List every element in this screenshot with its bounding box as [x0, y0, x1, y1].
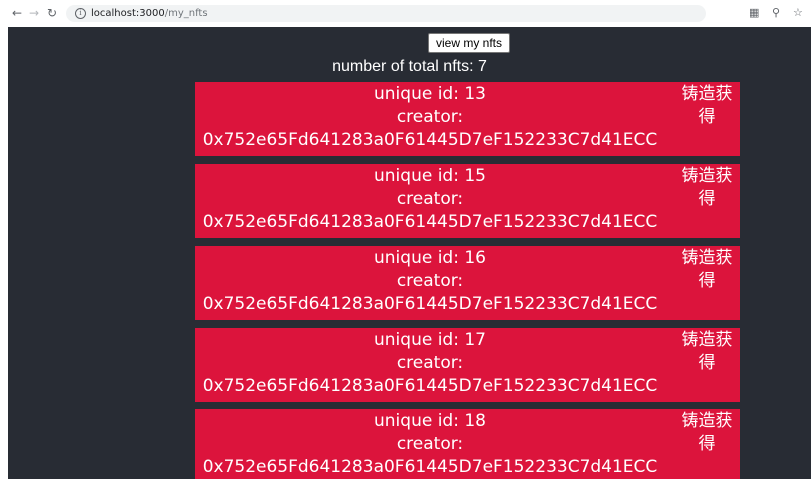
view-my-nfts-button[interactable]: view my nfts	[428, 33, 511, 53]
nft-creator-address: 0x752e65Fd641283a0F61445D7eF152233C7d41E…	[202, 294, 658, 314]
nft-status: 铸造获 得	[679, 410, 735, 456]
bookmark-star-icon[interactable]: ☆	[793, 6, 803, 20]
nft-card: unique id: 17 creator: 0x752e65Fd641283a…	[195, 328, 740, 402]
nft-status-line2: 得	[698, 353, 716, 373]
nft-unique-id: unique id: 17	[374, 330, 486, 350]
nft-card-info: unique id: 15 creator: 0x752e65Fd641283a…	[195, 165, 665, 234]
nft-status-line1: 铸造获	[681, 248, 733, 268]
back-arrow-icon[interactable]: ←	[10, 6, 24, 20]
nft-status: 铸造获 得	[679, 83, 735, 129]
total-nfts-count: number of total nfts: 7	[332, 58, 487, 75]
nft-card-info: unique id: 17 creator: 0x752e65Fd641283a…	[195, 329, 665, 398]
forward-arrow-icon[interactable]: →	[27, 6, 41, 20]
zoom-icon[interactable]: ⚲	[772, 6, 780, 20]
nft-creator-address: 0x752e65Fd641283a0F61445D7eF152233C7d41E…	[202, 130, 658, 150]
nft-status-line1: 铸造获	[681, 330, 733, 350]
nft-status-line2: 得	[698, 271, 716, 291]
nft-unique-id: unique id: 13	[374, 84, 486, 104]
nft-unique-id: unique id: 18	[374, 411, 486, 431]
nft-card-info: unique id: 13 creator: 0x752e65Fd641283a…	[195, 83, 665, 152]
translate-icon[interactable]: ▦	[749, 6, 759, 20]
nft-creator-address: 0x752e65Fd641283a0F61445D7eF152233C7d41E…	[202, 212, 658, 232]
nft-card-info: unique id: 18 creator: 0x752e65Fd641283a…	[195, 410, 665, 479]
nft-creator-address: 0x752e65Fd641283a0F61445D7eF152233C7d41E…	[202, 376, 658, 396]
reload-icon[interactable]: ↻	[45, 6, 59, 20]
nft-creator-label: creator:	[396, 189, 464, 209]
address-bar[interactable]: i localhost:3000/my_nfts	[66, 5, 706, 22]
nft-status: 铸造获 得	[679, 247, 735, 293]
url-host: localhost:3000	[91, 8, 165, 19]
nft-card: unique id: 18 creator: 0x752e65Fd641283a…	[195, 409, 740, 479]
nft-card-info: unique id: 16 creator: 0x752e65Fd641283a…	[195, 247, 665, 316]
nft-status-line1: 铸造获	[681, 411, 733, 431]
nft-unique-id: unique id: 16	[374, 248, 486, 268]
url-text[interactable]: localhost:3000/my_nfts	[91, 7, 208, 20]
info-icon[interactable]: i	[75, 8, 86, 19]
nft-status-line2: 得	[698, 189, 716, 209]
nft-card: unique id: 16 creator: 0x752e65Fd641283a…	[195, 246, 740, 320]
nft-creator-label: creator:	[396, 107, 464, 127]
url-path: /my_nfts	[164, 8, 208, 19]
browser-toolbar: ← → ↻ i localhost:3000/my_nfts ▦ ⚲ ☆	[0, 0, 811, 27]
nft-creator-label: creator:	[396, 271, 464, 291]
nft-creator-label: creator:	[396, 353, 464, 373]
nft-status: 铸造获 得	[679, 165, 735, 211]
nft-card: unique id: 13 creator: 0x752e65Fd641283a…	[195, 82, 740, 156]
nft-creator-label: creator:	[396, 434, 464, 454]
nft-status: 铸造获 得	[679, 329, 735, 375]
nft-unique-id: unique id: 15	[374, 166, 486, 186]
nft-status-line2: 得	[698, 107, 716, 127]
nft-status-line1: 铸造获	[681, 166, 733, 186]
nft-card: unique id: 15 creator: 0x752e65Fd641283a…	[195, 164, 740, 238]
nft-status-line1: 铸造获	[681, 84, 733, 104]
nft-status-line2: 得	[698, 434, 716, 454]
nft-creator-address: 0x752e65Fd641283a0F61445D7eF152233C7d41E…	[202, 457, 658, 477]
app-container: view my nfts number of total nfts: 7 uni…	[8, 27, 811, 479]
